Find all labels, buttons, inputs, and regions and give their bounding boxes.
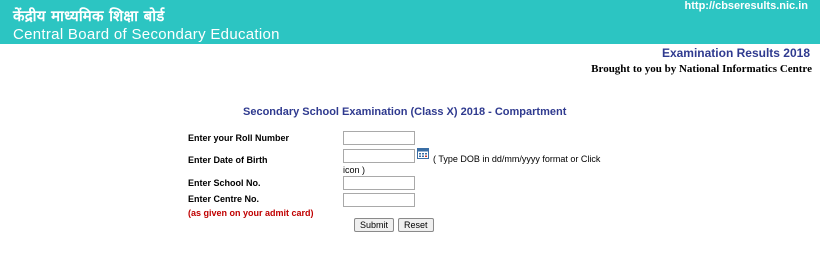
roll-number-label: Enter your Roll Number [188, 133, 290, 143]
board-name-english: Central Board of Secondary Education [13, 26, 280, 43]
reset-button[interactable]: Reset [398, 218, 434, 232]
board-name-hindi: केंद्रीय माध्यमिक शिक्षा बोर्ड [13, 7, 165, 25]
calendar-icon[interactable] [417, 148, 429, 159]
header-banner: केंद्रीय माध्यमिक शिक्षा बोर्ड Central B… [0, 0, 820, 44]
dob-input[interactable] [343, 149, 415, 163]
school-number-input[interactable] [343, 176, 415, 190]
page: केंद्रीय माध्यमिक शिक्षा बोर्ड Central B… [0, 0, 820, 271]
site-url: http://cbseresults.nic.in [684, 0, 808, 12]
submit-button[interactable]: Submit [354, 218, 395, 232]
form-title: Secondary School Examination (Class X) 2… [243, 106, 567, 118]
admit-card-note: (as given on your admit card) [188, 208, 314, 218]
brought-by-text: Brought to you by National Informatics C… [591, 63, 812, 75]
dob-hint-text-continued: icon ) [343, 165, 366, 175]
roll-number-input[interactable] [343, 131, 415, 145]
school-number-label: Enter School No. [188, 178, 261, 188]
exam-results-heading: Examination Results 2018 [661, 46, 810, 60]
centre-number-input[interactable] [343, 193, 415, 207]
dob-hint-text: ( Type DOB in dd/mm/yyyy format or Click [433, 154, 601, 164]
dob-label: Enter Date of Birth [188, 155, 268, 165]
centre-number-label: Enter Centre No. [188, 194, 260, 204]
